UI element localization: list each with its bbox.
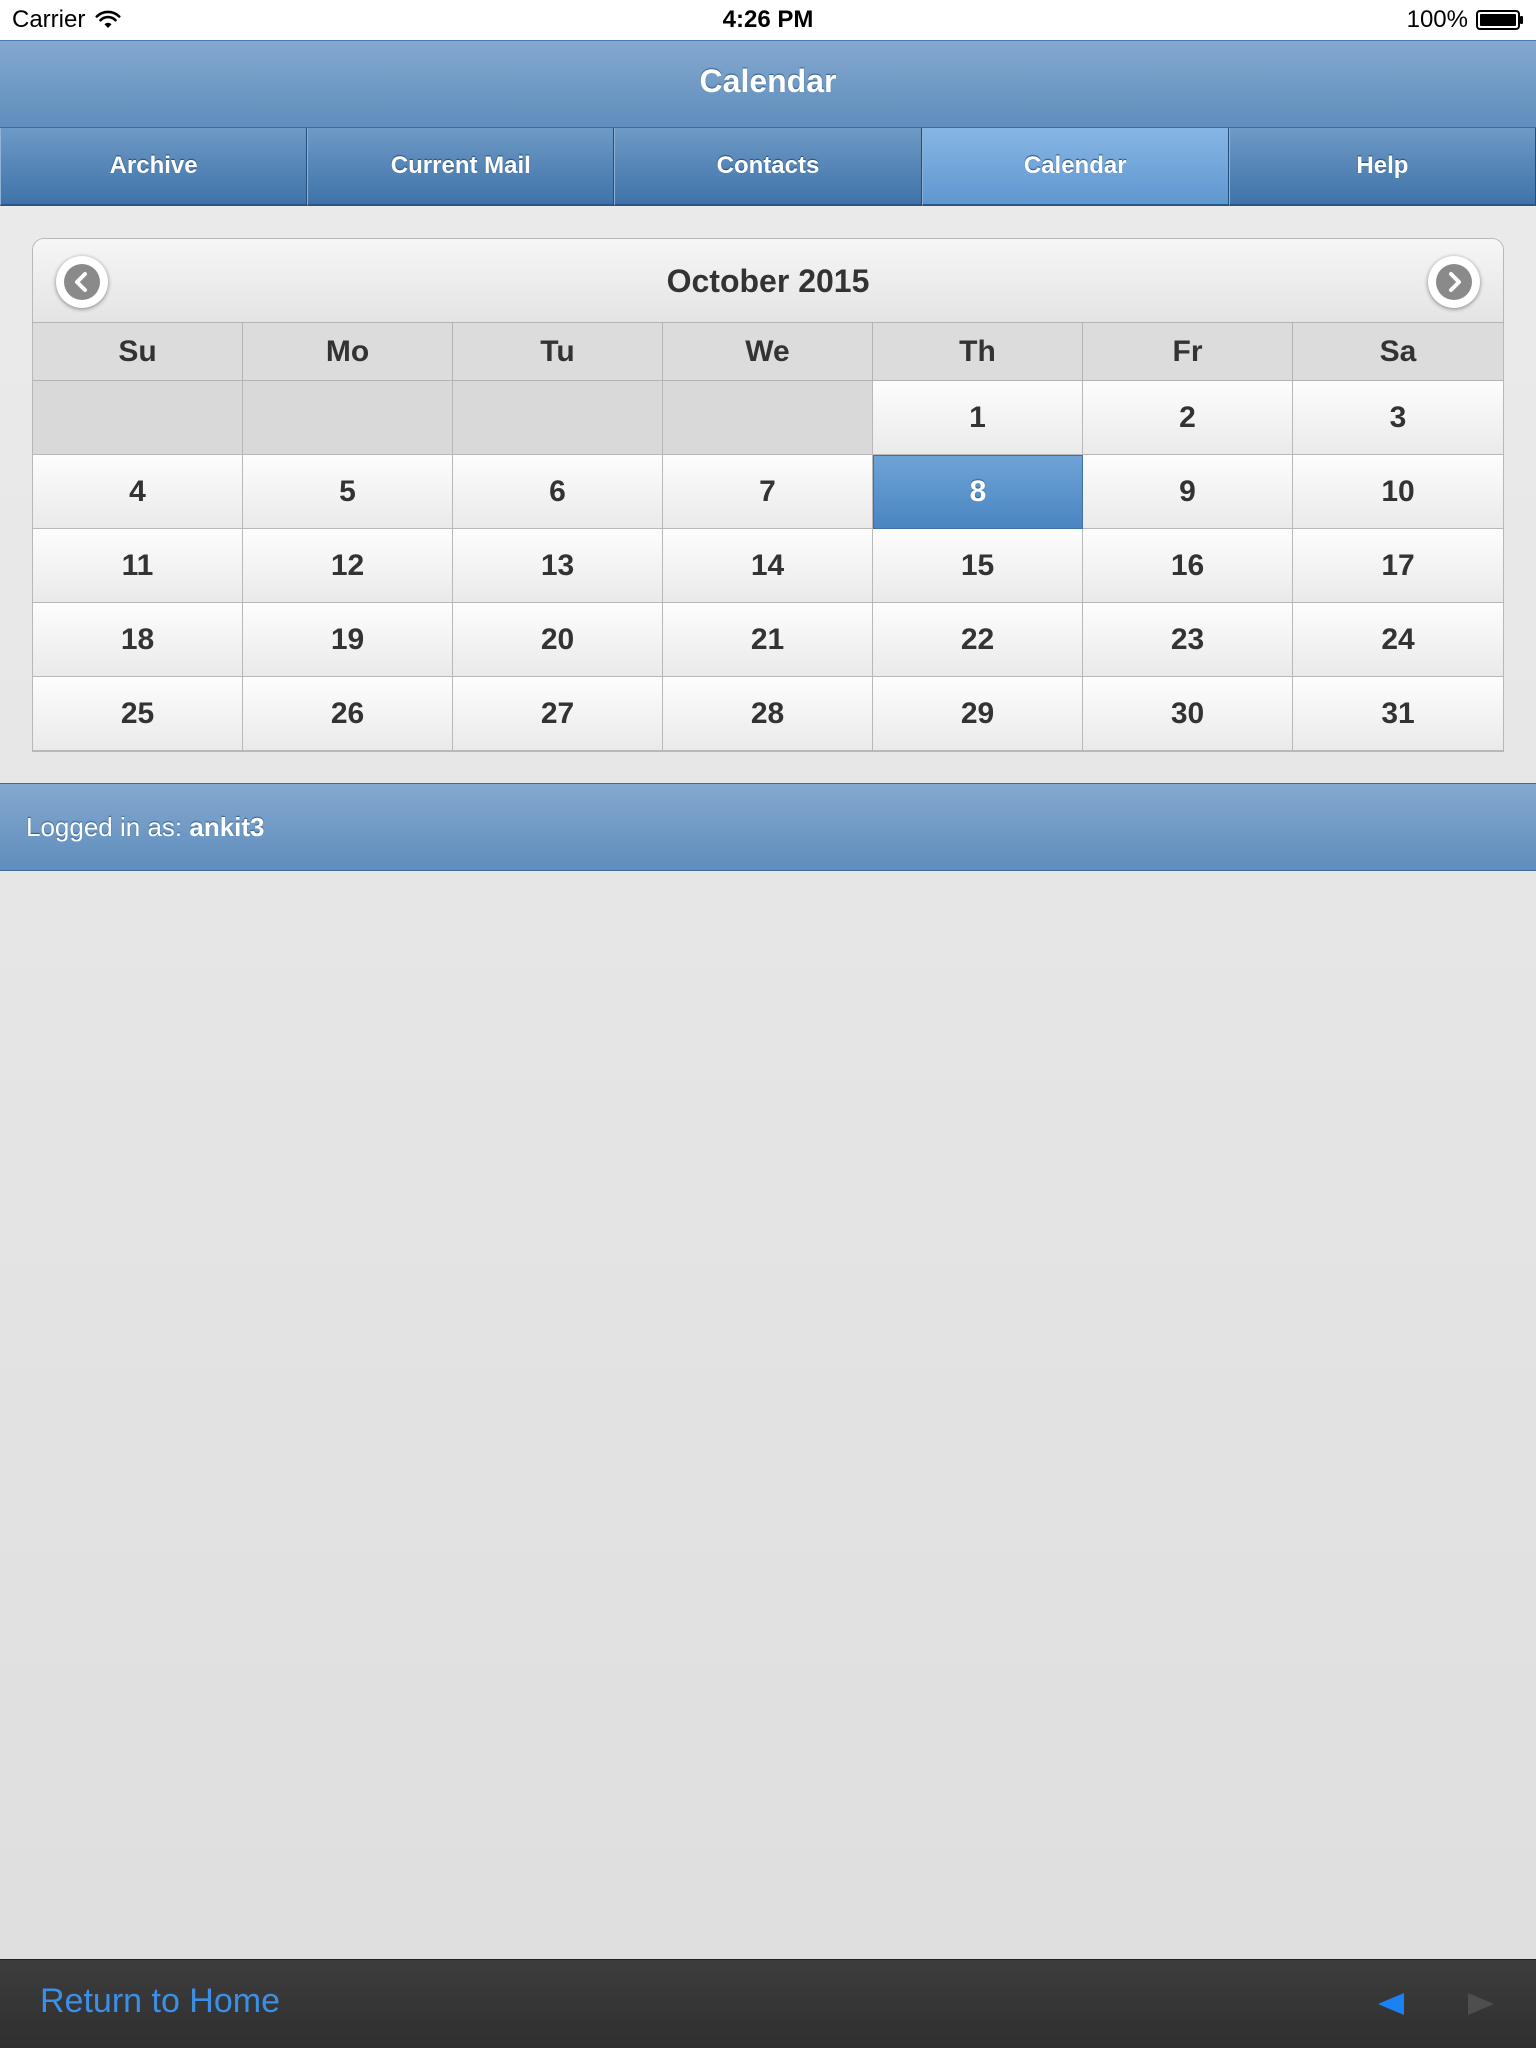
calendar-day[interactable]: 11 [33, 529, 243, 603]
calendar-day[interactable]: 6 [453, 455, 663, 529]
calendar-day[interactable]: 7 [663, 455, 873, 529]
page-title: Calendar [699, 63, 837, 99]
calendar-day[interactable]: 18 [33, 603, 243, 677]
calendar: October 2015 Su Mo Tu We Th Fr Sa 123456… [32, 238, 1504, 752]
calendar-day[interactable]: 29 [873, 677, 1083, 751]
battery-icon [1476, 10, 1523, 30]
calendar-day[interactable]: 10 [1293, 455, 1503, 529]
calendar-day[interactable]: 23 [1083, 603, 1293, 677]
back-arrow-icon[interactable] [1376, 1990, 1406, 2018]
forward-arrow-icon[interactable] [1466, 1990, 1496, 2018]
calendar-day[interactable]: 20 [453, 603, 663, 677]
weekday-label: We [663, 323, 873, 381]
calendar-day[interactable]: 31 [1293, 677, 1503, 751]
login-username: ankit3 [189, 812, 265, 842]
status-right: 100% [1407, 6, 1524, 34]
calendar-day[interactable]: 12 [243, 529, 453, 603]
weekday-label: Sa [1293, 323, 1503, 381]
calendar-day[interactable]: 16 [1083, 529, 1293, 603]
tab-calendar[interactable]: Calendar [921, 128, 1229, 206]
tab-archive[interactable]: Archive [0, 128, 308, 206]
calendar-day[interactable]: 4 [33, 455, 243, 529]
calendar-header: October 2015 [33, 239, 1503, 323]
tab-current-mail[interactable]: Current Mail [307, 128, 615, 206]
nav-bar: Archive Current Mail Contacts Calendar H… [0, 128, 1536, 206]
status-time: 4:26 PM [722, 6, 814, 33]
calendar-day[interactable]: 30 [1083, 677, 1293, 751]
calendar-day[interactable]: 28 [663, 677, 873, 751]
tab-help[interactable]: Help [1228, 128, 1536, 206]
calendar-day[interactable]: 27 [453, 677, 663, 751]
calendar-blank-cell [453, 381, 663, 455]
calendar-day[interactable]: 13 [453, 529, 663, 603]
calendar-day[interactable]: 15 [873, 529, 1083, 603]
calendar-day-selected[interactable]: 8 [873, 455, 1083, 529]
calendar-day[interactable]: 2 [1083, 381, 1293, 455]
next-month-button[interactable] [1428, 256, 1480, 308]
calendar-blank-cell [663, 381, 873, 455]
login-status: Logged in as: ankit3 [26, 812, 265, 843]
header-bar: Calendar [0, 40, 1536, 128]
login-bar: Logged in as: ankit3 [0, 783, 1536, 871]
calendar-day[interactable]: 9 [1083, 455, 1293, 529]
login-prefix: Logged in as: [26, 812, 190, 842]
weekday-label: Th [873, 323, 1083, 381]
tab-contacts[interactable]: Contacts [614, 128, 922, 206]
calendar-day[interactable]: 1 [873, 381, 1083, 455]
calendar-day[interactable]: 3 [1293, 381, 1503, 455]
bottom-toolbar: Return to Home [0, 1959, 1536, 2048]
status-bar: Carrier 4:26 PM 100% [0, 0, 1536, 40]
month-label: October 2015 [666, 263, 870, 299]
calendar-day[interactable]: 5 [243, 455, 453, 529]
weekday-label: Fr [1083, 323, 1293, 381]
calendar-day[interactable]: 24 [1293, 603, 1503, 677]
battery-percent: 100% [1406, 6, 1468, 33]
weekday-label: Mo [243, 323, 453, 381]
weekday-label: Tu [453, 323, 663, 381]
calendar-day[interactable]: 19 [243, 603, 453, 677]
weekday-label: Su [33, 323, 243, 381]
calendar-day[interactable]: 14 [663, 529, 873, 603]
calendar-day[interactable]: 25 [33, 677, 243, 751]
calendar-day[interactable]: 22 [873, 603, 1083, 677]
calendar-blank-cell [33, 381, 243, 455]
chevron-right-icon [1449, 272, 1461, 292]
calendar-day[interactable]: 21 [663, 603, 873, 677]
calendar-day[interactable]: 17 [1293, 529, 1503, 603]
calendar-day[interactable]: 26 [243, 677, 453, 751]
calendar-grid: Su Mo Tu We Th Fr Sa 1 2 3 4 5 6 7 8 9 10 11 12 13 14… [33, 323, 1503, 751]
return-home-link[interactable]: Return to Home [40, 1982, 280, 2021]
calendar-blank-cell [243, 381, 453, 455]
